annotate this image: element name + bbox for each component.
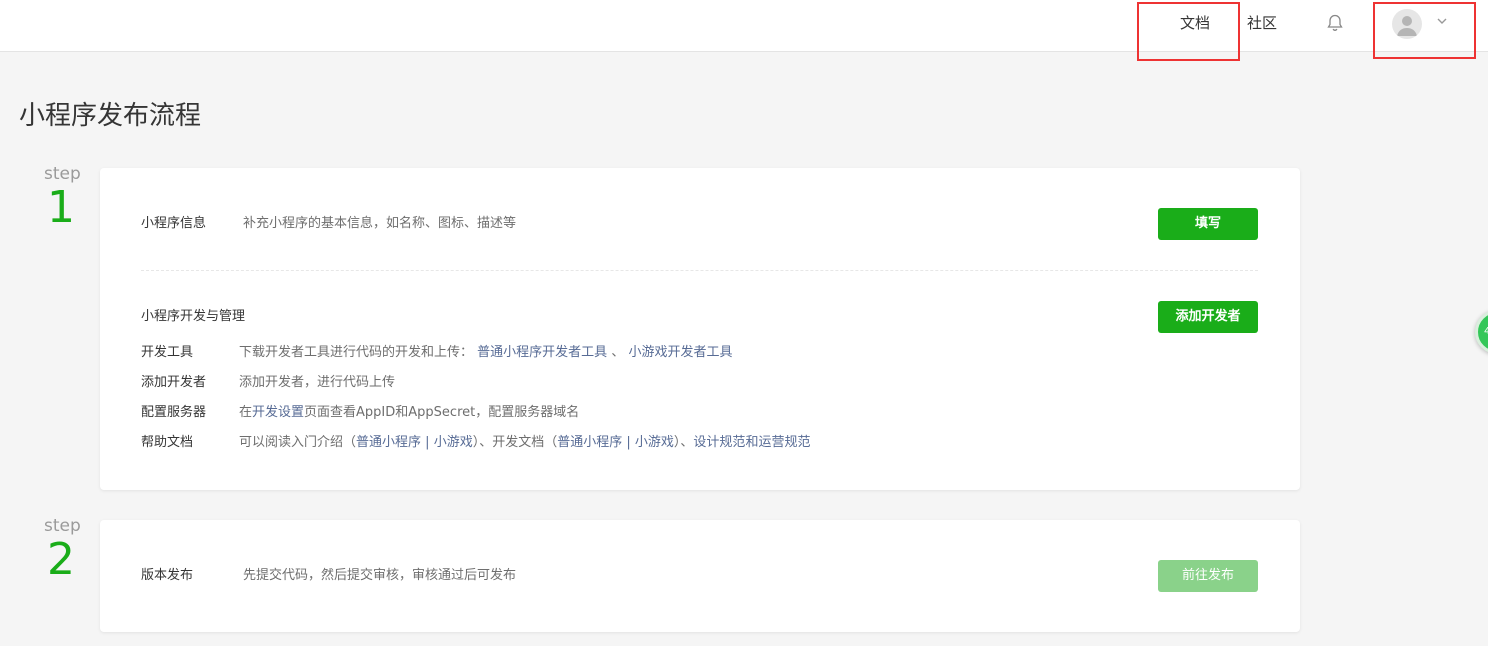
- nav-community-link[interactable]: 社区: [1247, 12, 1277, 33]
- dev-tools-text: 下载开发者工具进行代码的开发和上传：: [239, 345, 474, 360]
- intro-mini-program-link[interactable]: 普通小程序: [356, 435, 421, 450]
- step-1-word: step: [44, 164, 81, 184]
- and-text: 和: [745, 435, 759, 450]
- release-label: 版本发布: [141, 568, 194, 583]
- bell-icon[interactable]: [1325, 13, 1345, 33]
- mini-program-devtool-link[interactable]: 普通小程序开发者工具: [477, 345, 607, 360]
- help-docs-label: 帮助文档: [141, 435, 194, 450]
- minigame-devtool-link[interactable]: 小游戏开发者工具: [628, 345, 732, 360]
- server-config-label: 配置服务器: [141, 405, 207, 420]
- top-navigation-bar: 文档 社区: [0, 0, 1488, 52]
- step-2-word: step: [44, 516, 81, 536]
- server-config-text2: 页面查看AppID和AppSecret，配置服务器域名: [304, 405, 580, 420]
- add-developer-desc: 添加开发者，进行代码上传: [239, 375, 396, 390]
- dev-section-title: 小程序开发与管理: [141, 309, 246, 324]
- go-release-button[interactable]: 前往发布: [1158, 560, 1258, 592]
- help-text1: 可以阅读入门介绍（: [239, 435, 357, 450]
- server-config-desc: 在开发设置页面查看AppID和AppSecret，配置服务器域名: [239, 401, 579, 420]
- help-text3: ）、: [673, 435, 694, 450]
- docs-minigame-link[interactable]: 小游戏: [635, 435, 674, 450]
- help-text2: ）、开发文档（: [472, 435, 558, 450]
- page-title: 小程序发布流程: [19, 101, 202, 131]
- floating-widget-text: 4: [1484, 326, 1488, 337]
- highlight-box-user: [1373, 2, 1476, 59]
- info-label: 小程序信息: [141, 216, 207, 231]
- separator: |: [421, 435, 434, 450]
- divider: [141, 270, 1258, 271]
- separator: 、: [611, 345, 625, 360]
- step-2-number: 2: [47, 534, 75, 585]
- server-config-text1: 在: [239, 405, 253, 420]
- dev-tools-desc: 下载开发者工具进行代码的开发和上传： 普通小程序开发者工具 、 小游戏开发者工具: [239, 341, 732, 360]
- help-docs-desc: 可以阅读入门介绍（普通小程序 | 小游戏）、开发文档（普通小程序 | 小游戏）、…: [239, 431, 810, 450]
- step-1-card: 小程序信息 补充小程序的基本信息，如名称、图标、描述等 填写 小程序开发与管理 …: [100, 168, 1300, 490]
- step-1-number: 1: [47, 182, 75, 233]
- step-2-card: 版本发布 先提交代码，然后提交审核，审核通过后可发布 前往发布: [100, 520, 1300, 632]
- design-spec-link[interactable]: 设计规范: [693, 435, 745, 450]
- fill-info-button[interactable]: 填写: [1158, 208, 1258, 240]
- dev-settings-link[interactable]: 开发设置: [252, 405, 304, 420]
- separator: |: [622, 435, 635, 450]
- highlight-box-docs: [1137, 2, 1240, 61]
- intro-minigame-link[interactable]: 小游戏: [434, 435, 473, 450]
- floating-widget[interactable]: 4: [1475, 310, 1488, 354]
- add-developer-button[interactable]: 添加开发者: [1158, 301, 1258, 333]
- dev-tools-label: 开发工具: [141, 345, 194, 360]
- info-description: 补充小程序的基本信息，如名称、图标、描述等: [243, 216, 517, 231]
- docs-mini-program-link[interactable]: 普通小程序: [557, 435, 622, 450]
- release-description: 先提交代码，然后提交审核，审核通过后可发布: [243, 568, 517, 583]
- operation-spec-link[interactable]: 运营规范: [758, 435, 810, 450]
- add-developer-label: 添加开发者: [141, 375, 207, 390]
